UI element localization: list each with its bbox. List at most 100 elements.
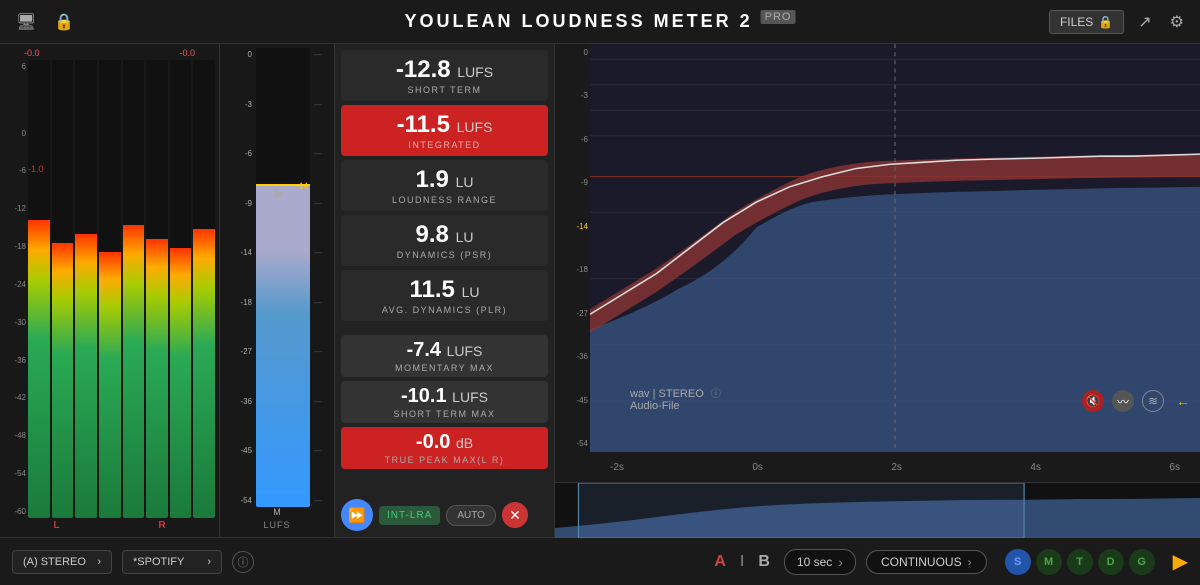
a-button[interactable]: A <box>710 551 730 573</box>
spotify-arrow-icon: › <box>207 556 211 568</box>
vu-label-r: R <box>158 520 165 531</box>
bottom-bar: (A) STEREO › *SPOTIFY › ⓘ A I B 10 sec ›… <box>0 537 1200 585</box>
spotify-label: *SPOTIFY <box>133 556 184 568</box>
time-neg2: -2s <box>610 462 624 473</box>
stereo-preset-button[interactable]: (A) STEREO › <box>12 550 112 574</box>
vu-channel-1 <box>28 60 50 518</box>
continuous-arrow-icon: › <box>968 555 972 569</box>
header-left: 🖥 🔒 <box>12 8 78 36</box>
meter-divider <box>341 325 548 331</box>
short-term-max-block: -10.1 LUFS SHORT TERM MAX <box>341 381 548 423</box>
lufs-pointer: ▶ <box>275 186 284 200</box>
title-text: YOULEAN LOUDNESS METER 2 <box>405 11 753 31</box>
integrated-block[interactable]: -11.5 LUFS INTEGRATED <box>341 105 548 156</box>
lufs-m-label: M <box>273 507 281 517</box>
vu-channel-bars <box>28 60 215 518</box>
integrated-value: -11.5 LUFS <box>351 111 538 139</box>
short-term-label: SHORT TERM <box>351 85 538 95</box>
time-selector[interactable]: 10 sec › <box>784 549 856 575</box>
time-arrow-icon: › <box>838 554 843 570</box>
info-button[interactable]: ⓘ <box>232 551 254 573</box>
time-2: 2s <box>891 462 902 473</box>
mode-t-button[interactable]: T <box>1067 549 1093 575</box>
vu-bar-l <box>28 220 50 518</box>
pro-badge: PRO <box>761 10 796 24</box>
time-4: 4s <box>1030 462 1041 473</box>
lufs-scale-bar: 0-3-6-9-14 -18-27-36-45-54 -14 ————— ———… <box>222 48 332 507</box>
waveform-icon[interactable]: 〰 <box>1112 390 1134 412</box>
graph-canvas: wav | STEREO ⓘ Audio-File 🔇 〰 ≋ ← <box>590 44 1200 452</box>
true-peak-value: -0.0 dB <box>351 431 538 454</box>
vu-meters-container: 60-6-12 -18-24-30-36-42 -48-54-60 <box>4 60 215 518</box>
mode-s-button[interactable]: S <box>1005 549 1031 575</box>
graph-top: 0-3-6-9 -14 -18-27-36-45-54 <box>555 44 1200 482</box>
mute-icon[interactable]: 🔇 <box>1082 390 1104 412</box>
play-button[interactable]: ⏩ <box>341 499 373 531</box>
loudness-range-block: 1.9 LU LOUDNESS RANGE <box>341 160 548 211</box>
file-action-icons: 🔇 〰 ≋ ← <box>1082 390 1190 412</box>
momentary-max-label: MOMENTARY MAX <box>351 363 538 373</box>
avg-dynamics-block: 11.5 LU AVG. DYNAMICS (PLR) <box>341 270 548 321</box>
graph-area: 0-3-6-9 -14 -18-27-36-45-54 <box>555 44 1200 537</box>
ab-separator: I <box>736 551 748 573</box>
lufs-fill <box>256 186 310 507</box>
short-term-value: -12.8 LUFS <box>351 56 538 84</box>
app-title: YOULEAN LOUDNESS METER 2 PRO <box>405 11 796 32</box>
lock-icon[interactable]: 🔒 <box>50 8 78 36</box>
vu-bar-r <box>52 243 74 518</box>
arrow-icon[interactable]: ← <box>1176 393 1190 409</box>
settings-button[interactable]: ⚙ <box>1166 8 1188 36</box>
main-area: -0.0 -0.0 -1.0 60-6-12 -18-24-30-36-42 -… <box>0 44 1200 537</box>
short-term-max-value: -10.1 LUFS <box>351 385 538 408</box>
file-name: Audio-File <box>630 400 721 412</box>
loudness-range-label: LOUDNESS RANGE <box>351 195 538 205</box>
short-term-max-label: SHORT TERM MAX <box>351 409 538 419</box>
vu-scale: 60-6-12 -18-24-30-36-42 -48-54-60 <box>4 60 26 518</box>
file-format: wav | STEREO ⓘ <box>630 385 721 400</box>
mode-m-button[interactable]: M <box>1036 549 1062 575</box>
time-0: 0s <box>752 462 763 473</box>
auto-button[interactable]: AUTO <box>446 505 496 526</box>
continuous-label: CONTINUOUS <box>881 555 962 569</box>
ab-buttons: A I B <box>710 551 774 573</box>
vu-peak-labels: -0.0 -0.0 <box>4 48 215 58</box>
spotify-preset-button[interactable]: *SPOTIFY › <box>122 550 222 574</box>
files-button[interactable]: FILES 🔒 <box>1049 10 1124 34</box>
monitor-icon[interactable]: 🖥 <box>12 8 40 36</box>
mini-graph-svg <box>555 483 1200 538</box>
header-right: FILES 🔒 ↗ ⚙ <box>1049 8 1188 36</box>
controls-row: ⏩ INT-LRA AUTO ✕ <box>341 495 548 531</box>
mode-d-button[interactable]: D <box>1098 549 1124 575</box>
vu-channel-2 <box>52 60 74 518</box>
vu-peak-r: -0.0 <box>179 48 195 58</box>
vu-peak-l: -0.0 <box>24 48 40 58</box>
mode-buttons: S M T D G <box>1005 549 1155 575</box>
expand-icon[interactable]: ≋ <box>1142 390 1164 412</box>
reset-button[interactable]: ✕ <box>502 502 528 528</box>
mode-g-button[interactable]: G <box>1129 549 1155 575</box>
export-button[interactable]: ↗ <box>1134 8 1155 36</box>
vu-channel-labels: L R <box>4 518 215 533</box>
vu-channel-3 <box>75 60 97 518</box>
vu-meters-section: -0.0 -0.0 -1.0 60-6-12 -18-24-30-36-42 -… <box>0 44 220 537</box>
vu-channel-5 <box>123 60 145 518</box>
meters-panel: -12.8 LUFS SHORT TERM -11.5 LUFS INTEGRA… <box>335 44 555 537</box>
int-lra-button[interactable]: INT-LRA <box>379 506 440 525</box>
short-term-block: -12.8 LUFS SHORT TERM <box>341 50 548 101</box>
graph-mini <box>555 482 1200 537</box>
lufs-scale: 0-3-6-9-14 -18-27-36-45-54 <box>226 48 252 507</box>
integrated-label: INTEGRATED <box>351 140 538 150</box>
transport-play-button[interactable]: ▶ <box>1173 549 1188 574</box>
dynamics-block: 9.8 LU DYNAMICS (PSR) <box>341 215 548 266</box>
vu-channel-7 <box>170 60 192 518</box>
lufs-bar: -14 <box>256 48 310 507</box>
continuous-button[interactable]: CONTINUOUS › <box>866 550 987 574</box>
loudness-range-value: 1.9 LU <box>351 166 538 194</box>
b-button[interactable]: B <box>754 551 774 573</box>
lufs-bottom-label: LUFS <box>263 517 290 533</box>
header: 🖥 🔒 YOULEAN LOUDNESS METER 2 PRO FILES 🔒… <box>0 0 1200 44</box>
momentary-max-block: -7.4 LUFS MOMENTARY MAX <box>341 335 548 377</box>
stereo-label: (A) STEREO <box>23 556 86 568</box>
vu-channel-4 <box>99 60 121 518</box>
vu-current-value: -1.0 <box>28 164 44 174</box>
